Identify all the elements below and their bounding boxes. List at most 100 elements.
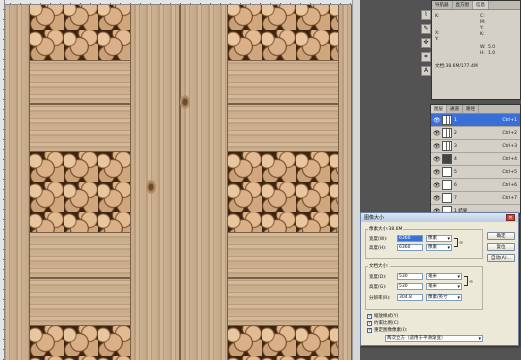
eye-icon[interactable]: 👁 xyxy=(433,182,441,189)
layer-shortcut: Ctrl+4 xyxy=(502,156,517,162)
info-m-label: M: xyxy=(480,20,486,25)
resample-label: 重定图像像素(I): xyxy=(374,328,408,333)
layer-row[interactable]: 👁 3 Ctrl+3 xyxy=(431,140,520,153)
reset-button[interactable]: 复位 xyxy=(487,243,515,251)
info-doc-size: 文档:38.6M/177.4M xyxy=(435,64,478,69)
eye-icon[interactable]: 👁 xyxy=(433,117,441,124)
eye-icon[interactable]: 👁 xyxy=(433,143,441,150)
doc-height-input[interactable]: 530 xyxy=(397,283,423,290)
layers-panel: 图层 通道 路径 👁 1 Ctrl+1 👁 2 Ctrl+2 👁 3 Ctrl+3 👁 4 Ctrl+… xyxy=(430,104,521,218)
resample-method-select[interactable]: 两次立方（适用于平滑渐变） xyxy=(385,335,483,342)
info-y-label: Y: xyxy=(480,26,484,31)
brush-icon[interactable]: ✎ xyxy=(421,24,431,34)
pixel-dimensions-label: 像素大小:38.6M xyxy=(368,226,404,232)
info-h-value: 1.0 xyxy=(488,51,496,56)
vertical-ruler[interactable] xyxy=(0,0,5,360)
info-kk-label: K: xyxy=(480,32,485,37)
info-h-label: H: xyxy=(480,51,485,56)
tab-paths[interactable]: 路径 xyxy=(463,105,479,113)
layer-row[interactable]: 👁 4 Ctrl+4 xyxy=(431,153,520,166)
layer-name: 6 xyxy=(454,182,457,188)
layer-name: 4 xyxy=(454,156,457,162)
info-k-label: K: xyxy=(435,14,440,19)
doc-width-unit-select[interactable]: 毫米 xyxy=(426,273,462,280)
scale-styles-label: 缩放样式(Y) xyxy=(374,314,399,319)
layer-thumbnail xyxy=(442,193,452,203)
firewood-block-top-right xyxy=(228,0,338,60)
resolution-input[interactable]: 304.8 xyxy=(397,294,423,301)
tab-navigator[interactable]: 导航器 xyxy=(432,1,453,9)
ok-button[interactable]: 确定 xyxy=(487,232,515,240)
canvas-scrollbar[interactable] xyxy=(352,0,360,360)
layer-row[interactable]: 👁 1 Ctrl+1 xyxy=(431,114,520,127)
tab-info[interactable]: 信息 xyxy=(473,1,489,9)
info-c-label: C: xyxy=(480,14,485,19)
histogram-icon[interactable]: ⌇ xyxy=(421,10,431,20)
wood-knot xyxy=(146,180,156,194)
layers-panel-tabs: 图层 通道 路径 xyxy=(431,105,520,114)
checkbox-check-icon: ✓ xyxy=(367,320,372,326)
chain-link-icon: ∞ xyxy=(459,240,464,246)
height-unit-select[interactable]: 像素 xyxy=(426,244,452,251)
eye-icon[interactable]: 👁 xyxy=(433,156,441,163)
crop-icon[interactable]: ⌗ xyxy=(421,52,431,62)
layer-thumbnail xyxy=(442,180,452,190)
layer-name: 2 xyxy=(454,130,457,136)
doc-height-unit-select[interactable]: 毫米 xyxy=(426,283,462,290)
close-icon[interactable]: ✕ xyxy=(506,214,515,221)
tab-histogram[interactable]: 直方图 xyxy=(453,1,473,9)
chain-link-icon: ∞ xyxy=(469,279,474,285)
layer-row[interactable]: 👁 7 Ctrl+7 xyxy=(431,192,520,205)
layer-thumbnail xyxy=(442,154,452,164)
doc-height-label: 高度(G): xyxy=(369,285,387,290)
firewood-block-top-left xyxy=(30,0,130,60)
document-size-label: 文档大小: xyxy=(368,263,390,269)
info-panel: 导航器 直方图 信息 K: C: M: Y: K: X: Y: W: 5.0 H… xyxy=(431,0,521,100)
layer-row[interactable]: 👁 2 Ctrl+2 xyxy=(431,127,520,140)
horizontal-ruler[interactable] xyxy=(0,0,352,5)
width-input[interactable]: 6360 xyxy=(397,235,423,242)
firewood-block-bottom-left xyxy=(30,326,130,360)
firewood-block-mid-left xyxy=(30,152,130,232)
doc-width-label: 宽度(D): xyxy=(369,275,387,280)
layer-thumbnail xyxy=(442,128,452,138)
doc-link-bracket xyxy=(464,276,468,286)
resolution-unit-select[interactable]: 像素/英寸 xyxy=(426,294,462,301)
constrain-proportions-label: 约束比例(C) xyxy=(374,321,399,326)
width-unit-select[interactable]: 像素 xyxy=(426,235,452,242)
eye-icon[interactable]: 👁 xyxy=(433,195,441,202)
dialog-title: 图像大小 xyxy=(364,215,385,221)
info-x-label: X: xyxy=(435,31,440,36)
auto-button[interactable]: 自动(A)... xyxy=(487,254,515,262)
eye-icon[interactable]: 👁 xyxy=(433,169,441,176)
layer-shortcut: Ctrl+2 xyxy=(502,130,517,136)
layer-row[interactable]: 👁 5 Ctrl+5 xyxy=(431,166,520,179)
layer-row[interactable]: 👁 6 Ctrl+6 xyxy=(431,179,520,192)
checkbox-check-icon: ✓ xyxy=(367,313,372,319)
layer-shortcut: Ctrl+3 xyxy=(502,143,517,149)
doc-width-input[interactable]: 530 xyxy=(397,273,423,280)
text-icon[interactable]: A xyxy=(421,66,431,76)
clone-icon[interactable]: ✜ xyxy=(421,38,431,48)
tab-channels[interactable]: 通道 xyxy=(447,105,463,113)
height-input[interactable]: 6360 xyxy=(397,244,423,251)
tab-layers[interactable]: 图层 xyxy=(431,105,447,113)
constrain-proportions-checkbox[interactable]: ✓ 约束比例(C) xyxy=(367,320,399,326)
image-size-dialog: 图像大小 ✕ 像素大小:38.6M 宽度(W): 6360 像素 高度(H): … xyxy=(360,212,519,346)
eye-icon[interactable]: 👁 xyxy=(433,130,441,137)
layer-shortcut: Ctrl+5 xyxy=(502,169,517,175)
info-y-coord-label: Y: xyxy=(435,37,439,42)
vertical-plank xyxy=(130,0,180,360)
pixel-dimensions-group xyxy=(365,229,483,259)
height-label: 高度(H): xyxy=(369,246,387,251)
layer-shortcut: Ctrl+1 xyxy=(502,117,517,123)
vertical-plank xyxy=(180,0,228,360)
document-canvas[interactable] xyxy=(0,0,352,360)
checkbox-check-icon: ✓ xyxy=(367,327,372,333)
layer-list: 👁 1 Ctrl+1 👁 2 Ctrl+2 👁 3 Ctrl+3 👁 4 Ctrl+4 👁 5 Ctrl+5… xyxy=(431,114,520,218)
scale-styles-checkbox[interactable]: ✓ 缩放样式(Y) xyxy=(367,313,398,319)
resolution-label: 分辨率(R): xyxy=(369,296,391,301)
resample-checkbox[interactable]: ✓ 重定图像像素(I): xyxy=(367,327,407,333)
firewood-block-bottom-right xyxy=(228,326,338,360)
dialog-titlebar[interactable]: 图像大小 ✕ xyxy=(361,213,518,222)
